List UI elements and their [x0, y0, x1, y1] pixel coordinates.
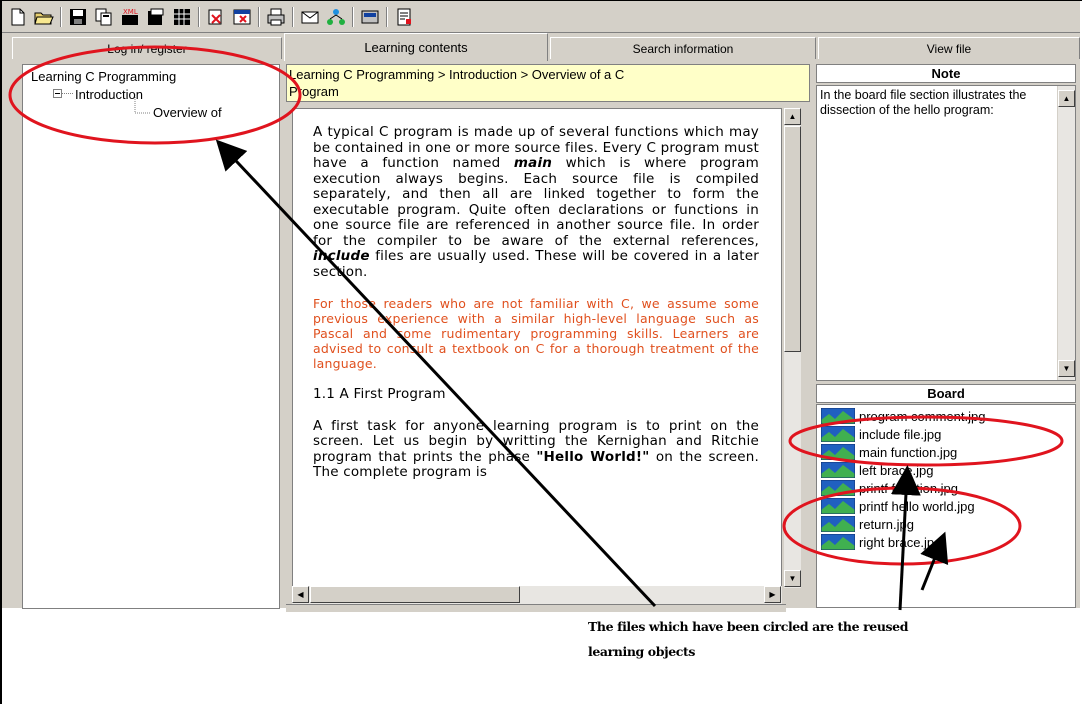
breadcrumb-line: Program: [289, 84, 339, 99]
svg-text:XML: XML: [123, 8, 138, 16]
print-icon[interactable]: [264, 6, 288, 28]
note-header: Note: [816, 64, 1076, 83]
board-file-name: main function.jpg: [859, 444, 958, 460]
properties-icon[interactable]: [392, 6, 416, 28]
annotation-caption: The files which have been circled are th…: [588, 614, 988, 664]
side-pane: Note In the board file section illustrat…: [816, 64, 1080, 608]
edit-check-icon[interactable]: [204, 6, 228, 28]
caption-line: The files which have been circled are th…: [588, 619, 909, 634]
toolbar-separator: [292, 7, 294, 27]
lesson-content: A typical C program is made up of severa…: [292, 108, 782, 588]
toolbar-separator: [386, 7, 388, 27]
note-text: In the board file section illustrates th…: [820, 88, 1027, 117]
toolbar-separator: [352, 7, 354, 27]
image-file-icon: [821, 534, 855, 550]
toolbar-separator: [60, 7, 62, 27]
scroll-up-arrow-icon[interactable]: ▲: [784, 108, 801, 125]
board-file-name: include file.jpg: [859, 426, 942, 442]
image-file-icon: [821, 426, 855, 442]
image-file-icon: [821, 444, 855, 460]
board-file[interactable]: right brace.jpg: [821, 533, 941, 551]
tree-node-root[interactable]: Learning C Programming: [31, 69, 176, 84]
board-file-name: printf hello world.jpg: [859, 498, 975, 514]
section-heading: 1.1 A First Program: [313, 386, 446, 402]
tab-search-information[interactable]: Search information: [550, 37, 816, 59]
board-file[interactable]: program comment.jpg: [821, 407, 985, 425]
scroll-up-arrow-icon[interactable]: ▲: [1058, 90, 1075, 107]
tab-label: Search information: [632, 41, 734, 56]
image-file-icon: [821, 462, 855, 478]
image-file-icon: [821, 498, 855, 514]
board-file-list: program comment.jpg include file.jpg mai…: [816, 404, 1076, 608]
content-vertical-scrollbar[interactable]: ▲ ▼: [783, 108, 801, 588]
content-paragraph-note: For those readers who are not familiar w…: [313, 296, 759, 371]
copy-icon[interactable]: [92, 6, 116, 28]
open-folder-icon[interactable]: [32, 6, 56, 28]
board-file-name: left brace.jpg: [859, 462, 934, 478]
board-file[interactable]: main function.jpg: [821, 443, 957, 461]
content-paragraph: A typical C program is made up of severa…: [313, 124, 759, 280]
content-paragraph: A first task for anyone learning program…: [313, 417, 760, 480]
breadcrumb: Learning C Programming > Introduction > …: [286, 64, 810, 102]
scroll-left-arrow-icon[interactable]: ◀: [292, 586, 309, 603]
export-icon[interactable]: [358, 6, 382, 28]
tab-login-register[interactable]: Log in/ register: [12, 37, 282, 59]
note-panel: In the board file section illustrates th…: [816, 85, 1076, 381]
save-icon[interactable]: [66, 6, 90, 28]
board-file[interactable]: left brace.jpg: [821, 461, 933, 479]
toolbar-separator: [198, 7, 200, 27]
breadcrumb-line: Learning C Programming > Introduction > …: [289, 67, 625, 82]
import-icon[interactable]: [144, 6, 168, 28]
envelope-icon[interactable]: [298, 6, 322, 28]
board-file-name: program comment.jpg: [859, 408, 986, 424]
toolbar-separator: [258, 7, 260, 27]
board-file-name: right brace.jpg: [859, 534, 942, 550]
network-icon[interactable]: [324, 6, 348, 28]
scroll-down-arrow-icon[interactable]: ▼: [784, 570, 801, 587]
tab-view-file[interactable]: View file: [818, 37, 1080, 59]
tab-label: Log in/ register: [107, 41, 187, 56]
tab-label: Learning contents: [364, 40, 468, 55]
board-file[interactable]: return.jpg: [821, 515, 914, 533]
tab-learning-contents[interactable]: Learning contents: [284, 33, 548, 61]
note-scrollbar[interactable]: ▲ ▼: [1057, 86, 1075, 380]
bottom-strip: [286, 604, 786, 612]
board-header: Board: [816, 384, 1076, 403]
board-file[interactable]: printf hello world.jpg: [821, 497, 975, 515]
board-file-name: printf function.jpg: [859, 480, 959, 496]
image-file-icon: [821, 408, 855, 424]
scroll-right-arrow-icon[interactable]: ▶: [764, 586, 781, 603]
scroll-thumb[interactable]: [310, 586, 520, 603]
content-horizontal-scrollbar[interactable]: ◀ ▶: [292, 586, 782, 604]
tree-node-overview[interactable]: Overview of: [153, 105, 222, 120]
board-file-name: return.jpg: [859, 516, 914, 532]
tree-node-introduction[interactable]: Introduction: [75, 87, 143, 102]
content-pane: Learning C Programming > Introduction > …: [286, 64, 810, 608]
xml-export-icon[interactable]: XML: [118, 6, 142, 28]
window-close-icon[interactable]: [230, 6, 254, 28]
grid-icon[interactable]: [170, 6, 194, 28]
image-file-icon: [821, 516, 855, 532]
caption-line: learning objects: [588, 644, 695, 659]
board-file[interactable]: include file.jpg: [821, 425, 941, 443]
new-document-icon[interactable]: [6, 6, 30, 28]
toolbar: XML: [2, 1, 1080, 33]
board-file[interactable]: printf function.jpg: [821, 479, 958, 497]
tab-label: View file: [926, 41, 972, 56]
scroll-thumb[interactable]: [784, 126, 801, 352]
tab-bar: Log in/ register Learning contents Searc…: [2, 33, 1080, 61]
image-file-icon: [821, 480, 855, 496]
course-tree[interactable]: Learning C Programming Introduction Over…: [22, 64, 280, 609]
scroll-down-arrow-icon[interactable]: ▼: [1058, 360, 1075, 377]
